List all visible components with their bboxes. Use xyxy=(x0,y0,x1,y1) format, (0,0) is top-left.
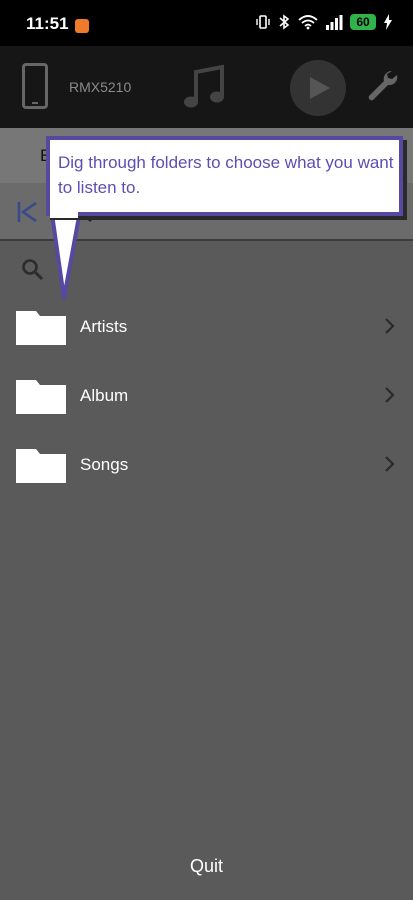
app-toolbar: RMX5210 xyxy=(0,46,413,128)
back-to-first-icon[interactable] xyxy=(16,201,42,223)
status-time: 11:51 xyxy=(26,14,69,33)
folder-item-album[interactable]: Album xyxy=(0,366,413,435)
battery-indicator: 60 xyxy=(350,14,376,30)
folder-icon xyxy=(16,311,66,345)
tooltip-seam xyxy=(50,212,78,218)
wifi-icon xyxy=(298,15,318,30)
quit-button[interactable]: Quit xyxy=(0,856,413,877)
folder-label: Album xyxy=(80,386,129,405)
signal-icon xyxy=(326,15,343,30)
folder-icon xyxy=(16,380,66,414)
chevron-right-icon xyxy=(385,387,395,403)
notification-app-icon xyxy=(75,19,89,33)
charging-icon xyxy=(384,14,392,30)
play-icon xyxy=(310,77,330,99)
wrench-icon[interactable] xyxy=(366,68,398,104)
music-note-icon[interactable] xyxy=(180,62,230,112)
bluetooth-icon xyxy=(279,14,290,30)
vibrate-icon xyxy=(256,15,270,29)
phone-icon[interactable] xyxy=(22,63,48,109)
search-icon[interactable] xyxy=(20,257,44,281)
tooltip-text: Dig through folders to choose what you w… xyxy=(58,153,394,197)
status-icons: 60 xyxy=(256,14,393,30)
folder-item-songs[interactable]: Songs xyxy=(0,435,413,504)
device-name[interactable]: RMX5210 xyxy=(69,79,131,95)
play-button[interactable] xyxy=(290,60,346,116)
status-bar: 11:51 60 xyxy=(0,0,413,46)
coach-mark-tooltip[interactable]: Dig through folders to choose what you w… xyxy=(46,136,403,216)
chevron-right-icon xyxy=(385,318,395,334)
chevron-right-icon xyxy=(385,456,395,472)
folder-icon xyxy=(16,449,66,483)
folder-item-artists[interactable]: Artists xyxy=(0,297,413,366)
folder-label: Songs xyxy=(80,455,129,474)
folder-label: Artists xyxy=(80,317,128,336)
